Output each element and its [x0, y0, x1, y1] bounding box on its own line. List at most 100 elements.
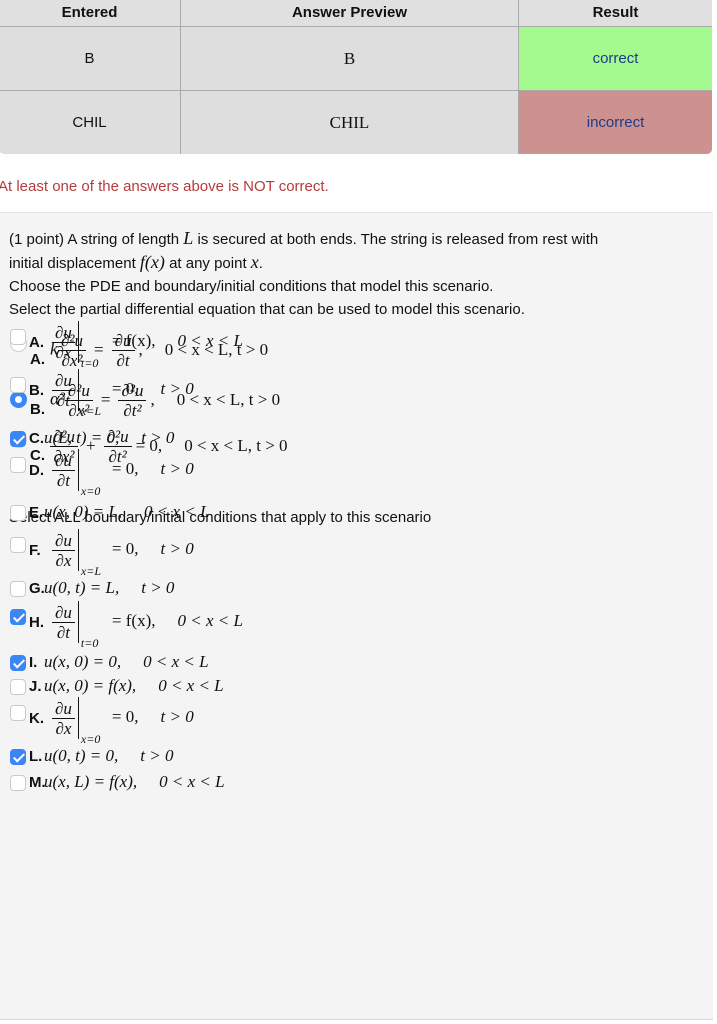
- rhs: = 0,: [111, 379, 139, 399]
- bc-expression: ∂u ∂t x=0 = 0, t > 0: [52, 449, 194, 498]
- rhs: = f(x),: [111, 331, 156, 351]
- bc-expression: ∂u ∂x t=0 = f(x), 0 < x < L: [52, 321, 243, 370]
- evaluation-bar: x=0: [77, 697, 112, 746]
- option-label: K.: [29, 710, 44, 727]
- table-row: B B correct: [0, 26, 712, 91]
- problem-statement: (1 point) A string of length L is secure…: [9, 228, 599, 318]
- denominator: ∂x: [55, 550, 72, 570]
- denominator: ∂t: [56, 390, 71, 410]
- preview-cell: CHIL: [180, 90, 519, 154]
- fraction: ∂u ∂t: [52, 603, 75, 642]
- evaluation-point: x=L: [80, 404, 102, 418]
- instruction-text: Select the partial differential equation…: [9, 301, 525, 318]
- checkbox[interactable]: [10, 537, 26, 553]
- condition: u(0, t) = 0,: [44, 746, 119, 765]
- evaluation-bar: x=0: [77, 449, 112, 498]
- option-label: B.: [30, 401, 45, 418]
- domain: 0 < x < L: [159, 772, 225, 791]
- denominator: ∂t: [56, 622, 71, 642]
- condition: u(x, L) = f(x),: [44, 772, 138, 791]
- bc-expression: ∂u ∂t x=L = 0, t > 0: [52, 369, 194, 418]
- domain: t > 0: [160, 539, 194, 559]
- results-table: Entered Answer Preview Result B B correc…: [0, 0, 713, 155]
- condition: u(x, 0) = 0,: [44, 652, 122, 671]
- domain: 0 < x < L: [158, 676, 224, 695]
- fraction: ∂u ∂t: [52, 371, 75, 410]
- evaluation-bar: x=L: [77, 369, 112, 418]
- rhs: = 0,: [111, 707, 139, 727]
- entered-cell: B: [0, 26, 181, 91]
- bc-expression: u(0, t) = L, t > 0: [44, 577, 174, 598]
- option-label: L.: [29, 748, 43, 765]
- checkbox[interactable]: [10, 505, 26, 521]
- evaluation-point: x=0: [80, 484, 101, 498]
- condition: u(x, 0) = L,: [44, 502, 123, 521]
- domain: 0 < x < L: [144, 502, 210, 521]
- option-label: D.: [29, 462, 44, 479]
- numerator: ∂u: [52, 531, 75, 551]
- result-badge: incorrect: [518, 90, 712, 154]
- bc-expression: ∂u ∂x x=L = 0, t > 0: [52, 529, 194, 578]
- denominator: ∂t: [56, 470, 71, 490]
- points: (1 point): [9, 231, 65, 248]
- statement-text: A string of length: [67, 231, 180, 248]
- radio-button[interactable]: [10, 391, 27, 408]
- warning-message: At least one of the answers above is NOT…: [0, 178, 329, 195]
- checkbox[interactable]: [10, 609, 26, 625]
- rhs: = 0,: [111, 539, 139, 559]
- bc-expression: ∂u ∂x x=0 = 0, t > 0: [52, 697, 194, 746]
- condition: u(x, 0) = f(x),: [44, 676, 137, 695]
- option-label: F.: [29, 542, 41, 559]
- table-row: CHIL CHIL incorrect: [0, 90, 712, 154]
- option-label: E.: [29, 504, 44, 521]
- fraction: ∂u ∂x: [52, 531, 75, 570]
- checkbox[interactable]: [10, 705, 26, 721]
- rhs: = f(x),: [111, 611, 156, 631]
- evaluation-bar: t=0: [77, 601, 112, 650]
- statement-text: initial displacement: [9, 255, 136, 272]
- header-result: Result: [518, 0, 712, 27]
- evaluation-bar: x=L: [77, 529, 112, 578]
- checkbox[interactable]: [10, 377, 26, 393]
- numerator: ∂u: [52, 699, 75, 719]
- instruction-text: Choose the PDE and boundary/initial cond…: [9, 278, 494, 295]
- numerator: ∂u: [52, 371, 75, 391]
- option-label: B.: [29, 382, 44, 399]
- bc-expression: u(0, t) = 0, t > 0: [44, 745, 173, 766]
- math-L: L: [183, 228, 194, 248]
- domain: 0 < x < L: [177, 331, 243, 351]
- option-label: C.: [29, 430, 44, 447]
- numerator: ∂u: [52, 323, 75, 343]
- domain: 0 < x < L: [143, 652, 209, 671]
- problem-box: (1 point) A string of length L is secure…: [0, 212, 713, 1020]
- entered-cell: CHIL: [0, 90, 181, 154]
- statement-text: is secured at both ends. The string is r…: [197, 231, 599, 248]
- domain: t > 0: [141, 578, 175, 597]
- checkbox[interactable]: [10, 775, 26, 791]
- domain: t > 0: [160, 379, 194, 399]
- checkbox[interactable]: [10, 749, 26, 765]
- checkbox[interactable]: [10, 457, 26, 473]
- option-label: A.: [29, 334, 44, 351]
- checkbox[interactable]: [10, 329, 26, 345]
- denominator: ∂x: [55, 342, 72, 362]
- bc-expression: u(x, L) = f(x), 0 < x < L: [44, 771, 225, 792]
- fraction: ∂u ∂x: [52, 699, 75, 738]
- bc-expression: u(x, 0) = L, 0 < x < L: [44, 501, 210, 522]
- option-label: H.: [29, 614, 44, 631]
- rhs: = 0,: [111, 459, 139, 479]
- checkbox[interactable]: [10, 581, 26, 597]
- option-label: I.: [29, 654, 38, 671]
- statement-text: at any point: [169, 255, 247, 272]
- checkbox[interactable]: [10, 431, 26, 447]
- checkbox[interactable]: [10, 655, 26, 671]
- header-answer-preview: Answer Preview: [180, 0, 519, 27]
- domain: t > 0: [160, 707, 194, 727]
- evaluation-point: t=0: [80, 636, 99, 650]
- bc-expression: u(x, 0) = f(x), 0 < x < L: [44, 675, 224, 696]
- numerator: ∂u: [52, 603, 75, 623]
- checkbox[interactable]: [10, 679, 26, 695]
- math-x: x: [250, 252, 259, 272]
- condition: u(0, t) = L,: [44, 578, 120, 597]
- domain: t > 0: [141, 428, 175, 447]
